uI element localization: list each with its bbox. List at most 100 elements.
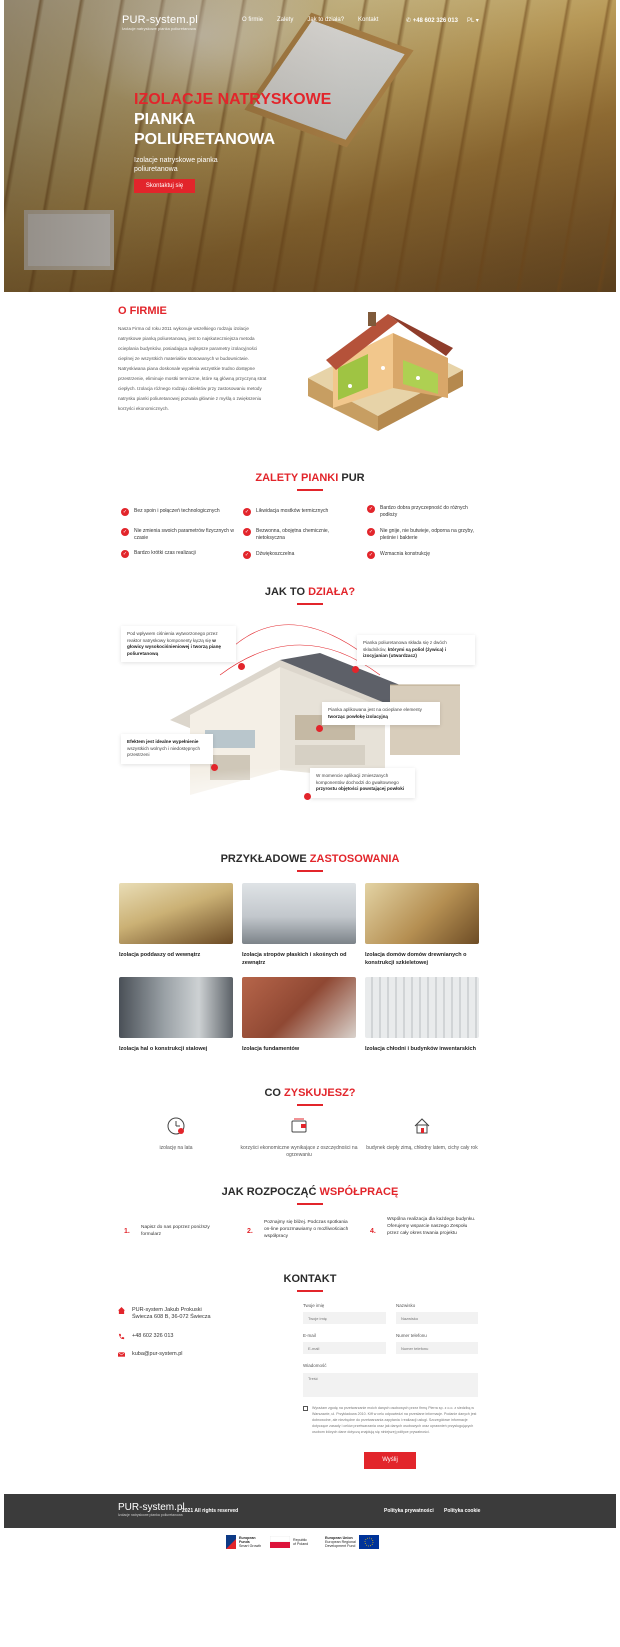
language-select[interactable]: PL ▾ (467, 17, 479, 24)
marker-dot (211, 764, 218, 771)
about-title: O firmie (118, 305, 167, 317)
advantage-item: ✓ Nie gnije, nie butwieje, odporna na grz… (367, 528, 474, 541)
email-label: E-mail (303, 1333, 316, 1338)
marker-dot (352, 666, 359, 673)
advantage-item: ✓ Bezwonna, obojętna chemicznie, nietoksy… (243, 528, 330, 541)
step-number: 4. (370, 1228, 376, 1235)
eu-union-logo: European Union European Regional Developme… (325, 1533, 379, 1551)
contact-phone[interactable]: +48 602 326 013 (118, 1333, 173, 1340)
application-image-attic[interactable] (119, 883, 233, 944)
check-icon: ✓ (243, 551, 251, 559)
steps-title: Jak rozpocząć współpracę (221, 1186, 399, 1198)
wallet-icon (291, 1118, 307, 1133)
phone-icon (118, 1333, 125, 1340)
application-caption[interactable]: Izolacja domów domów drewnianych o konst… (365, 952, 479, 967)
email-field[interactable] (303, 1342, 386, 1354)
eu-funds-logo: European Funds Smart Growth (226, 1533, 261, 1551)
how-step-bubble: W momencie aplikacji zmieszanych kompone… (310, 768, 415, 798)
name-field[interactable] (303, 1312, 386, 1324)
hero-subtitle: Izolacje natryskowe pianka poliuretanowa (134, 157, 218, 173)
contact-title: Kontakt (283, 1273, 337, 1285)
check-icon: ✓ (367, 551, 375, 559)
poland-flag-icon (270, 1536, 290, 1548)
advantage-item: ✓ Dźwiękoszczelna (243, 551, 295, 559)
application-image-foundation[interactable] (242, 977, 356, 1038)
check-icon: ✓ (243, 528, 251, 536)
hero-section: PUR-system.pl Izolacje natryskowe pianka… (4, 0, 616, 292)
advantages-title: Zalety pianki PUR (255, 472, 365, 484)
step-text: Napisz do nas poprzez poniższy formularz (141, 1225, 210, 1237)
advantage-item: ✓ Bardzo dobra przyczepność do różnych po… (367, 505, 468, 518)
application-caption[interactable]: Izolacja fundamentów (242, 1046, 356, 1054)
home-icon (118, 1307, 125, 1314)
step-text: Wspólna realizacja dla każdego budynku. … (387, 1217, 476, 1236)
phone-field[interactable] (396, 1342, 478, 1354)
gain-text: budynek ciepły zimą, chłodny latem, cich… (366, 1145, 478, 1151)
phone-label: Numer telefonu (396, 1333, 427, 1338)
house-icon (414, 1118, 430, 1134)
message-field[interactable] (303, 1373, 478, 1397)
eu-flag-icon (358, 1535, 379, 1549)
cookie-policy-link[interactable]: Polityka cookie (444, 1508, 480, 1514)
gain-text: korzyści ekonomiczne wynikające z oszczę… (240, 1145, 358, 1158)
how-step-bubble: Pianka poliuretanowa składa się z dwóch … (357, 635, 475, 665)
name-label: Twoje imię (303, 1303, 325, 1308)
check-icon: ✓ (243, 508, 251, 516)
chevron-down-icon: ▾ (474, 18, 479, 24)
footer-logo[interactable]: PUR-system.pl Izolacje natryskowe pianka… (118, 1502, 185, 1517)
header-phone[interactable]: ✆ +48 602 326 013 (406, 17, 458, 24)
main-menu: O firmie Zalety Jak to działa? Kontakt (242, 17, 378, 23)
advantage-item: ✓ Wzmacnia konstrukcję (367, 551, 431, 559)
application-image-cold-storage[interactable] (365, 977, 479, 1038)
message-label: Wiadomość (303, 1363, 327, 1368)
advantage-item: ✓ Bez spoin i połączeń technologicznych (121, 508, 220, 516)
application-image-roof[interactable] (242, 883, 356, 944)
application-caption[interactable]: Izolacja hal o konstrukcji stalowej (119, 1046, 233, 1054)
marker-dot (304, 793, 311, 800)
footer: PUR-system.pl Izolacje natryskowe pianka… (4, 1494, 616, 1528)
how-step-bubble: Pianka aplikowana jest na ocieplane elem… (322, 702, 440, 726)
contact-address: PUR-system Jakub Prokuski Świecza 608 B, … (118, 1307, 211, 1321)
marker-dot (238, 663, 245, 670)
about-text: Nasza Firma od roku 2011 wykonuje wszelk… (118, 326, 267, 411)
check-icon: ✓ (121, 508, 129, 516)
application-caption[interactable]: Izolacja poddaszy od wewnątrz (119, 952, 233, 960)
mail-icon (118, 1352, 125, 1357)
consent-checkbox[interactable] (303, 1406, 308, 1411)
step-number: 1. (124, 1228, 130, 1235)
menu-item-jak-to-dziala[interactable]: Jak to działa? (307, 17, 344, 23)
surname-field[interactable] (396, 1312, 478, 1324)
contact-email[interactable]: kuba@pur-system.pl (118, 1351, 183, 1358)
applications-title: Przykładowe zastosowania (220, 853, 400, 865)
application-image-steel-hall[interactable] (119, 977, 233, 1038)
check-icon: ✓ (367, 528, 375, 536)
application-caption[interactable]: Izolacja chłodni i budynków inwentarskic… (365, 1046, 479, 1054)
house-cutaway-illustration (308, 312, 463, 431)
marker-dot (316, 725, 323, 732)
application-caption[interactable]: Izolacja stropów płaskich i skośnych od … (242, 952, 356, 967)
privacy-policy-link[interactable]: Polityka prywatności (384, 1508, 434, 1514)
submit-button[interactable]: Wyślij (364, 1452, 416, 1469)
step-number: 2. (247, 1228, 253, 1235)
check-icon: ✓ (367, 505, 375, 513)
gains-title: Co zyskujesz? (264, 1087, 356, 1099)
advantage-item: ✓ Bardzo krótki czas realizacji (121, 550, 196, 558)
contact-cta-button[interactable]: Skontaktuj się (134, 179, 195, 193)
advantage-item: ✓ Nie zmienia swoich parametrów fizycznyc… (121, 528, 235, 541)
top-nav: PUR-system.pl Izolacje natryskowe pianka… (4, 14, 616, 34)
poland-logo: Republic of Poland (270, 1533, 308, 1551)
how-step-bubble: Pod wpływem ciśnienia wytworzonego przez… (121, 626, 236, 663)
surname-label: Nazwisko (396, 1303, 416, 1308)
clock-icon (167, 1117, 185, 1135)
hero-title: Izolacje natryskowe pianka poliuretanowa (134, 91, 332, 148)
menu-item-o-firmie[interactable]: O firmie (242, 17, 263, 23)
application-image-timber-frame[interactable] (365, 883, 479, 944)
menu-item-kontakt[interactable]: Kontakt (358, 17, 378, 23)
consent-text: Wyrażam zgodę na przetwarzanie moich dan… (312, 1406, 477, 1434)
menu-item-zalety[interactable]: Zalety (277, 17, 293, 23)
how-title: Jak to działa? (264, 586, 356, 598)
step-text: Poznajmy się bliżej. Podczas spotkania o… (264, 1220, 349, 1239)
check-icon: ✓ (121, 528, 129, 536)
logo[interactable]: PUR-system.pl Izolacje natryskowe pianka… (122, 14, 198, 31)
gain-text: izolację na lata (159, 1145, 193, 1151)
